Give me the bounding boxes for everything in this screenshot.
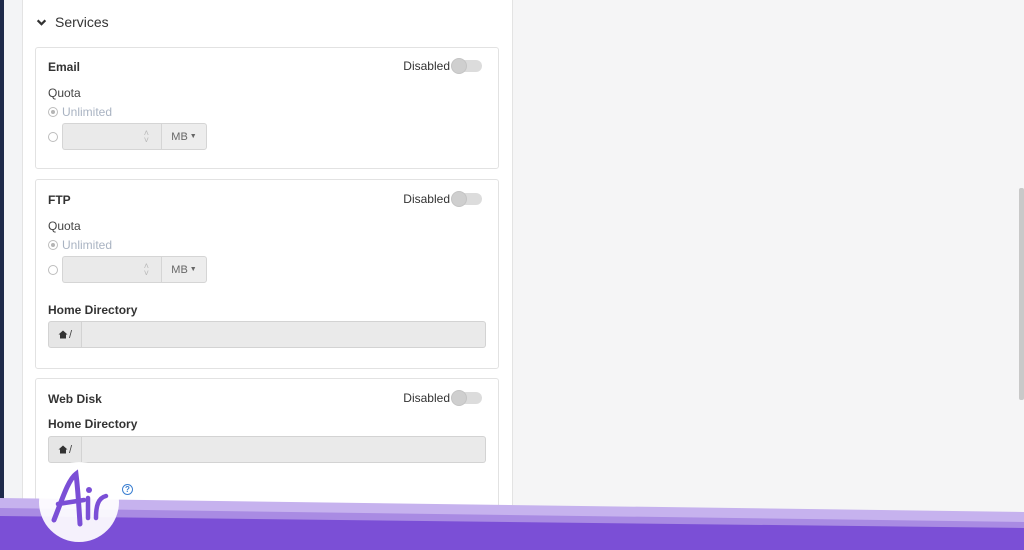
radio-button[interactable] [48, 131, 58, 142]
ftp-quota-label: Quota [48, 219, 81, 233]
email-title: Email [48, 60, 81, 74]
scrollbar[interactable] [1019, 188, 1024, 400]
email-unit-select[interactable]: MB ▼ [161, 123, 207, 150]
webdisk-toggle[interactable]: Disabled [403, 390, 482, 406]
unit-label: MB [171, 130, 188, 143]
email-unlimited-option[interactable]: Unlimited [48, 105, 112, 119]
ftp-status: Disabled [403, 192, 450, 206]
bottom-purple-band [0, 498, 1024, 550]
left-edge-bar [0, 0, 4, 550]
email-card: Email Disabled Quota Unlimited ˄ ˅ MB ▼ [35, 47, 499, 169]
ftp-quota-input[interactable]: ˄ ˅ [62, 256, 161, 283]
email-status: Disabled [403, 59, 450, 73]
unlimited-label: Unlimited [62, 105, 113, 119]
webdisk-title: Web Disk [48, 392, 102, 406]
ftp-home-input[interactable] [82, 321, 486, 348]
chevron-down-icon [36, 19, 47, 26]
email-quota-row: ˄ ˅ MB ▼ [48, 123, 207, 150]
home-prefix: / [68, 328, 73, 341]
toggle-switch[interactable] [451, 58, 482, 74]
home-icon [58, 445, 68, 454]
email-quota-label: Quota [48, 86, 81, 100]
webdisk-status: Disabled [403, 391, 450, 405]
unit-label: MB [171, 263, 188, 276]
home-addon: / [48, 321, 82, 348]
ftp-title: FTP [48, 193, 71, 207]
services-section-toggle[interactable]: Services [36, 14, 109, 30]
home-icon [58, 330, 68, 339]
ftp-home-directory: / [48, 321, 486, 348]
ftp-unlimited-option[interactable]: Unlimited [48, 238, 112, 252]
air-logo [39, 462, 119, 542]
radio-button[interactable] [48, 107, 58, 117]
right-pane [513, 0, 1024, 550]
email-toggle[interactable]: Disabled [403, 58, 482, 74]
webdisk-home-label: Home Directory [48, 417, 138, 431]
toggle-switch[interactable] [451, 390, 482, 406]
ftp-toggle[interactable]: Disabled [403, 191, 482, 207]
radio-button[interactable] [48, 264, 58, 275]
ftp-unit-select[interactable]: MB ▼ [161, 256, 207, 283]
section-title: Services [55, 14, 109, 30]
home-prefix: / [68, 443, 73, 456]
home-addon: / [48, 436, 82, 463]
email-quota-input[interactable]: ˄ ˅ [62, 123, 161, 150]
webdisk-home-directory: / [48, 436, 486, 463]
webdisk-home-input[interactable] [82, 436, 486, 463]
caret-down-icon: ▼ [189, 266, 197, 273]
toggle-switch[interactable] [451, 191, 482, 207]
radio-button[interactable] [48, 240, 58, 250]
ftp-card: FTP Disabled Quota Unlimited ˄ ˅ MB ▼ Hom… [35, 179, 499, 369]
ftp-quota-row: ˄ ˅ MB ▼ [48, 256, 207, 283]
caret-down-icon: ▼ [189, 133, 197, 140]
unlimited-label: Unlimited [62, 238, 113, 252]
ftp-home-label: Home Directory [48, 303, 138, 317]
